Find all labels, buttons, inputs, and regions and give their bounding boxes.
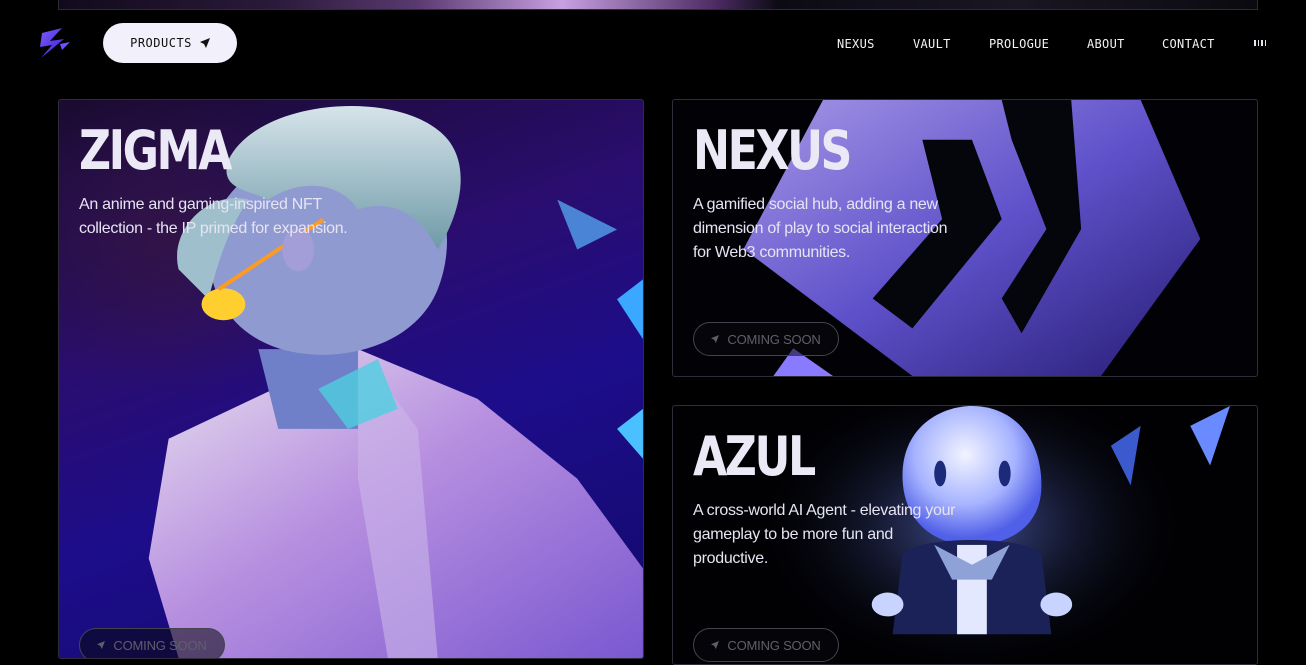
card-description: A gamified social hub, adding a new dime…: [693, 196, 948, 261]
card-title: AZUL: [693, 425, 816, 488]
send-arrow-icon: [97, 641, 106, 649]
product-card-zigma[interactable]: ZIGMA An anime and gaming-inspired NFT c…: [58, 99, 644, 659]
main-nav: NEXUS VAULT PROLOGUE ABOUT CONTACT: [0, 37, 1306, 53]
nav-link-contact[interactable]: CONTACT: [1162, 37, 1215, 51]
card-title: ZIGMA: [79, 119, 232, 182]
nav-link-nexus[interactable]: NEXUS: [837, 37, 875, 51]
nav-link-vault[interactable]: VAULT: [913, 37, 951, 51]
card-description: A cross-world AI Agent - elevating your …: [693, 502, 956, 567]
card-description: An anime and gaming-inspired NFT collect…: [79, 196, 348, 237]
product-card-azul[interactable]: AZUL A cross-world AI Agent - elevating …: [672, 405, 1258, 665]
coming-soon-label: COMING SOON: [113, 637, 207, 653]
coming-soon-label: COMING SOON: [727, 637, 821, 653]
menu-dots-icon[interactable]: [1254, 40, 1266, 46]
send-arrow-icon: [711, 641, 720, 649]
nav-link-prologue[interactable]: PROLOGUE: [989, 37, 1049, 51]
zigma-character-illustration: [148, 105, 643, 658]
card-title: NEXUS: [693, 119, 852, 182]
nav-link-about[interactable]: ABOUT: [1087, 37, 1125, 51]
previous-section-banner: [58, 0, 1258, 10]
send-arrow-icon: [711, 335, 720, 343]
coming-soon-label: COMING SOON: [727, 331, 821, 347]
coming-soon-button[interactable]: COMING SOON: [693, 322, 839, 356]
coming-soon-button[interactable]: COMING SOON: [693, 628, 839, 662]
product-card-nexus[interactable]: NEXUS A gamified social hub, adding a ne…: [672, 99, 1258, 377]
coming-soon-button[interactable]: COMING SOON: [79, 628, 225, 658]
